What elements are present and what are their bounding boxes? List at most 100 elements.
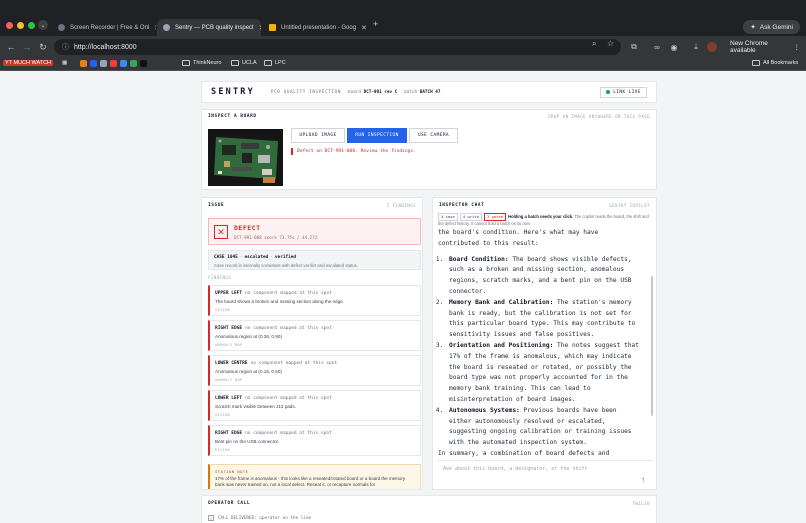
bookmark-favicon-icon[interactable] xyxy=(120,60,127,67)
chat-header: INSPECTOR CHAT SENTRY COPILOT xyxy=(433,198,656,212)
case-status-verified: verified xyxy=(274,255,297,260)
case-record[interactable]: CASE 1045 · escalated · verified Case record… xyxy=(208,250,421,270)
site-info-icon[interactable]: ⓘ xyxy=(62,42,69,52)
browser-tab-active[interactable]: Sentry — PCB quality inspect ✕ xyxy=(157,19,261,36)
gmail-icon[interactable] xyxy=(110,60,117,67)
bookmark-item[interactable]: YT MUCH WATCH xyxy=(3,60,54,66)
bookmark-favicons xyxy=(80,60,147,67)
download-icon[interactable]: ⤓ xyxy=(690,41,702,53)
defect-title: DEFECT xyxy=(234,224,261,232)
finding-item[interactable]: RIGHT EDGE no component mapped at this sp… xyxy=(208,425,421,456)
extensions-icon[interactable]: ⧉ xyxy=(628,41,640,53)
batch-label: batch xyxy=(404,89,418,95)
finding-item[interactable]: UPPER LEFT no component mapped at this sp… xyxy=(208,285,421,316)
zoom-icon[interactable]: ⌕ xyxy=(592,39,596,49)
findings-label: FINDINGS xyxy=(208,275,232,280)
bookmark-favicon-icon[interactable] xyxy=(80,60,87,67)
finding-description: Bent pin on the USB connector. xyxy=(215,439,280,444)
finding-mapping: no component mapped at this spot xyxy=(245,431,332,436)
forward-icon[interactable]: → xyxy=(20,40,34,54)
folder-icon xyxy=(264,60,272,66)
bookmark-favicon-icon[interactable] xyxy=(100,60,107,67)
link-icon[interactable]: ∞ xyxy=(651,41,663,53)
chip-gated[interactable]: 3 gated xyxy=(484,213,507,221)
finding-title: RIGHT EDGE no component mapped at this sp… xyxy=(215,431,332,436)
finding-source: ANOMALY MAP xyxy=(215,343,243,347)
finding-location: UPPER LEFT xyxy=(215,291,243,296)
tab-title: Untitled presentation - Goog xyxy=(281,24,357,31)
send-arrow-icon[interactable]: ↑ xyxy=(641,475,645,484)
use-camera-button[interactable]: USE CAMERA xyxy=(409,128,458,143)
ask-gemini-button[interactable]: ✦ Ask Gemini xyxy=(743,20,800,34)
bookmark-folder-lpc[interactable]: LPC xyxy=(264,60,286,66)
upload-image-button[interactable]: UPLOAD IMAGE xyxy=(291,128,345,143)
more-menu-icon[interactable]: ⋮ xyxy=(794,43,801,51)
live-dot-icon xyxy=(606,90,611,94)
link-live-label: LINK LIVE xyxy=(613,89,641,95)
finding-mapping: no component mapped at this spot xyxy=(245,291,332,296)
bookmark-favicon-icon[interactable] xyxy=(90,60,97,67)
message-intro: the board's condition. Here's what may h… xyxy=(438,229,599,247)
tab-favicon-icon xyxy=(163,24,170,31)
finding-location: RIGHT EDGE xyxy=(215,431,243,436)
close-tab-icon[interactable]: ✕ xyxy=(154,24,156,32)
operator-call-card: OPERATOR CALL TWILIO ✓ CALL DELIVERED: o… xyxy=(201,495,657,523)
reload-icon[interactable]: ↻ xyxy=(36,40,50,54)
tab-title: Screen Recorder | Free & Onl xyxy=(70,24,150,31)
chat-capabilities: 4 case 4 write 3 gated Holding a batch n… xyxy=(438,213,653,227)
bookmark-favicon-icon[interactable] xyxy=(140,60,147,67)
finding-item[interactable]: RIGHT EDGE no component mapped at this sp… xyxy=(208,320,421,351)
issue-title: ISSUE xyxy=(208,202,225,208)
chip-case[interactable]: 4 case xyxy=(438,213,458,221)
station-note-text: 17% of the frame is anomalous - this loo… xyxy=(215,476,406,487)
profile-avatar[interactable] xyxy=(707,42,717,52)
run-inspection-button[interactable]: RUN INSPECTION xyxy=(347,128,407,143)
app-header: SENTRY PCB QUALITY INSPECTION board DCT-… xyxy=(201,81,657,103)
operator-header: OPERATOR CALL TWILIO xyxy=(202,496,656,510)
batch-value: BATCH 47 xyxy=(419,89,441,95)
finding-item[interactable]: LOWER LEFT no component mapped at this sp… xyxy=(208,390,421,421)
bookmark-folder-thinkneuro[interactable]: ThinkNeuro xyxy=(182,60,221,66)
bookmark-folder-ucla[interactable]: UCLA xyxy=(231,60,257,66)
close-window-button[interactable] xyxy=(6,22,13,29)
new-tab-button[interactable]: + xyxy=(373,19,378,29)
finding-description: Anomalous region at (0.15, 0.60) xyxy=(215,369,282,374)
bookmark-star-icon[interactable]: ☆ xyxy=(607,39,614,48)
inspect-header: INSPECT A BOARD DROP AN IMAGE ANYWHERE O… xyxy=(202,110,656,123)
all-bookmarks-button[interactable]: All Bookmarks xyxy=(752,60,798,66)
extension-icon[interactable]: ◉ xyxy=(668,41,680,53)
bookmark-label: ThinkNeuro xyxy=(193,60,222,66)
chrome-update-button[interactable]: New Chrome available ⋮ xyxy=(724,40,806,54)
chat-input[interactable] xyxy=(438,464,628,474)
operator-call-text: CALL DELIVERED: operator on the line xyxy=(218,515,312,521)
operator-provider: TWILIO xyxy=(632,500,650,506)
finding-item[interactable]: LOWER CENTRE no component mapped at this … xyxy=(208,355,421,386)
app-subtitle: PCB QUALITY INSPECTION xyxy=(270,89,342,95)
message-list-item: Memory Bank and Calibration: The station… xyxy=(447,298,641,341)
apps-grid-icon[interactable]: ▦ xyxy=(62,60,67,66)
message-list-item: Orientation and Positioning: The notes s… xyxy=(447,341,641,406)
minimize-window-button[interactable] xyxy=(17,22,24,29)
chip-write[interactable]: 4 write xyxy=(459,213,482,221)
browser-tab[interactable]: Untitled presentation - Goog ✕ xyxy=(263,19,369,36)
browser-tab[interactable]: Screen Recorder | Free & Onl ✕ xyxy=(52,19,156,36)
operator-call-status: ✓ CALL DELIVERED: operator on the line xyxy=(208,515,311,521)
drop-hint: DROP AN IMAGE ANYWHERE ON THIS PAGE xyxy=(548,114,650,119)
findings-count: 5 FINDINGS xyxy=(386,202,416,208)
back-icon[interactable]: ← xyxy=(4,40,18,54)
finding-title: LOWER CENTRE no component mapped at this … xyxy=(215,361,337,366)
chat-scrollbar[interactable] xyxy=(651,276,653,416)
bookmark-label: YT MUCH WATCH xyxy=(5,60,52,66)
tab-favicon-icon xyxy=(58,24,65,31)
item-text: The notes suggest that 17% of the frame … xyxy=(449,341,639,403)
link-live-badge[interactable]: LINK LIVE xyxy=(600,86,647,98)
close-tab-icon[interactable]: ✕ xyxy=(361,24,367,32)
finding-source: VISION xyxy=(215,448,231,452)
address-bar[interactable]: ⓘ http://localhost:8000 xyxy=(54,39,621,55)
drive-icon[interactable] xyxy=(130,60,137,67)
chat-model: SENTRY COPILOT xyxy=(609,202,650,208)
close-tab-icon[interactable]: ✕ xyxy=(259,24,261,32)
maximize-window-button[interactable] xyxy=(28,22,35,29)
tab-search-icon[interactable]: ⌄ xyxy=(38,20,48,30)
bookmarks-bar: YT MUCH WATCH ▦ ThinkNeuro UCLA LPC All … xyxy=(0,58,806,71)
